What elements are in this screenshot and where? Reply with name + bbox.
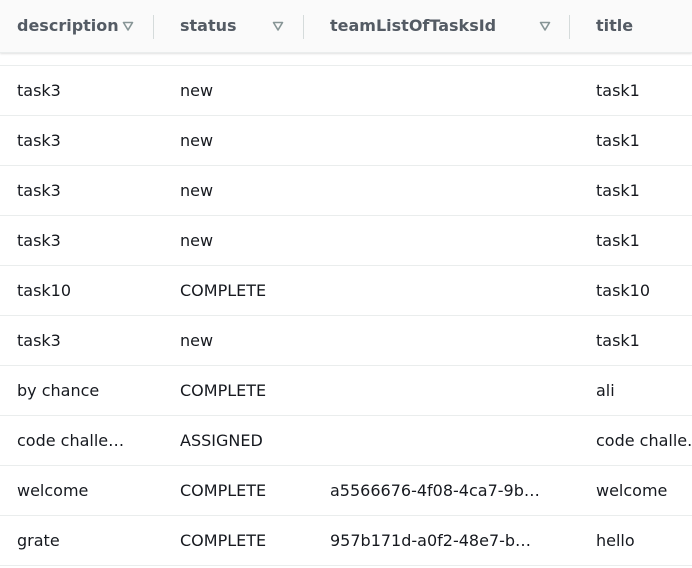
- cell-title: welcome: [596, 481, 668, 500]
- cell-description: by chance: [17, 381, 100, 400]
- cell-status: COMPLETE: [180, 531, 267, 550]
- cell-description: task10: [17, 281, 72, 300]
- cell-title: task1: [596, 181, 640, 200]
- cell-teamlistoftasksid: [330, 366, 548, 415]
- cell-status: new: [180, 81, 214, 100]
- cell-title: hello: [596, 531, 635, 550]
- cell-status: ASSIGNED: [180, 431, 263, 450]
- cell-teamlistoftasksid: [330, 416, 548, 465]
- cell-status: COMPLETE: [180, 481, 267, 500]
- column-header-label: status: [180, 16, 237, 35]
- column-divider[interactable]: [153, 15, 154, 39]
- cell-title: ali: [596, 381, 615, 400]
- cell-teamlistoftasksid: 957b171d-a0f2-48e7-b…: [330, 531, 532, 550]
- sort-icon[interactable]: [539, 20, 551, 32]
- table-row[interactable]: task3 new task1: [0, 316, 692, 366]
- cell-title: task10: [596, 281, 651, 300]
- cell-status: new: [180, 181, 214, 200]
- table-row[interactable]: task3 new task1: [0, 66, 692, 116]
- table-row[interactable]: welcome COMPLETE a5566676-4f08-4ca7-9b… …: [0, 466, 692, 516]
- cell-description: task3: [17, 131, 61, 150]
- table-body: task3 new task1 task3 new task1 task3 ne…: [0, 65, 692, 566]
- cell-description: welcome: [17, 481, 89, 500]
- column-divider[interactable]: [569, 15, 570, 39]
- cell-status: new: [180, 231, 214, 250]
- cell-status: COMPLETE: [180, 381, 267, 400]
- table-row[interactable]: task3 new task1: [0, 166, 692, 216]
- cell-status: new: [180, 331, 214, 350]
- cell-status: COMPLETE: [180, 281, 267, 300]
- cell-title: task1: [596, 131, 640, 150]
- column-header-title[interactable]: title: [596, 0, 692, 52]
- table-row[interactable]: by chance COMPLETE ali: [0, 366, 692, 416]
- cell-teamlistoftasksid: [330, 166, 548, 215]
- column-divider[interactable]: [303, 15, 304, 39]
- column-header-label: title: [596, 16, 634, 35]
- column-header-label: description: [17, 16, 119, 35]
- column-header-description[interactable]: description: [17, 0, 147, 52]
- cell-title: task1: [596, 231, 640, 250]
- cell-description: task3: [17, 81, 61, 100]
- column-header-status[interactable]: status: [180, 0, 290, 52]
- column-header-label: teamListOfTasksId: [330, 16, 497, 35]
- table-row[interactable]: task10 COMPLETE task10: [0, 266, 692, 316]
- cell-description: code challe…: [17, 431, 125, 450]
- cell-teamlistoftasksid: a5566676-4f08-4ca7-9b…: [330, 481, 540, 500]
- table-row[interactable]: task3 new task1: [0, 216, 692, 266]
- cell-status: new: [180, 131, 214, 150]
- sort-icon[interactable]: [272, 20, 284, 32]
- column-header-teamlistoftasksid[interactable]: teamListOfTasksId: [330, 0, 555, 52]
- cell-description: task3: [17, 331, 61, 350]
- table-row[interactable]: code challe… ASSIGNED code challe.: [0, 416, 692, 466]
- cell-title: code challe.: [596, 431, 692, 450]
- cell-description: task3: [17, 181, 61, 200]
- cell-description: grate: [17, 531, 60, 550]
- table-header: description status teamListOfTasksId tit…: [0, 0, 692, 53]
- data-table: description status teamListOfTasksId tit…: [0, 0, 692, 566]
- table-row[interactable]: grate COMPLETE 957b171d-a0f2-48e7-b… hel…: [0, 516, 692, 566]
- cell-title: task1: [596, 81, 640, 100]
- cell-teamlistoftasksid: [330, 316, 548, 365]
- cell-teamlistoftasksid: [330, 216, 548, 265]
- cell-teamlistoftasksid: [330, 116, 548, 165]
- cell-teamlistoftasksid: [330, 66, 548, 115]
- cell-teamlistoftasksid: [330, 266, 548, 315]
- sort-icon[interactable]: [122, 20, 134, 32]
- table-row[interactable]: task3 new task1: [0, 116, 692, 166]
- cell-description: task3: [17, 231, 61, 250]
- cell-title: task1: [596, 331, 640, 350]
